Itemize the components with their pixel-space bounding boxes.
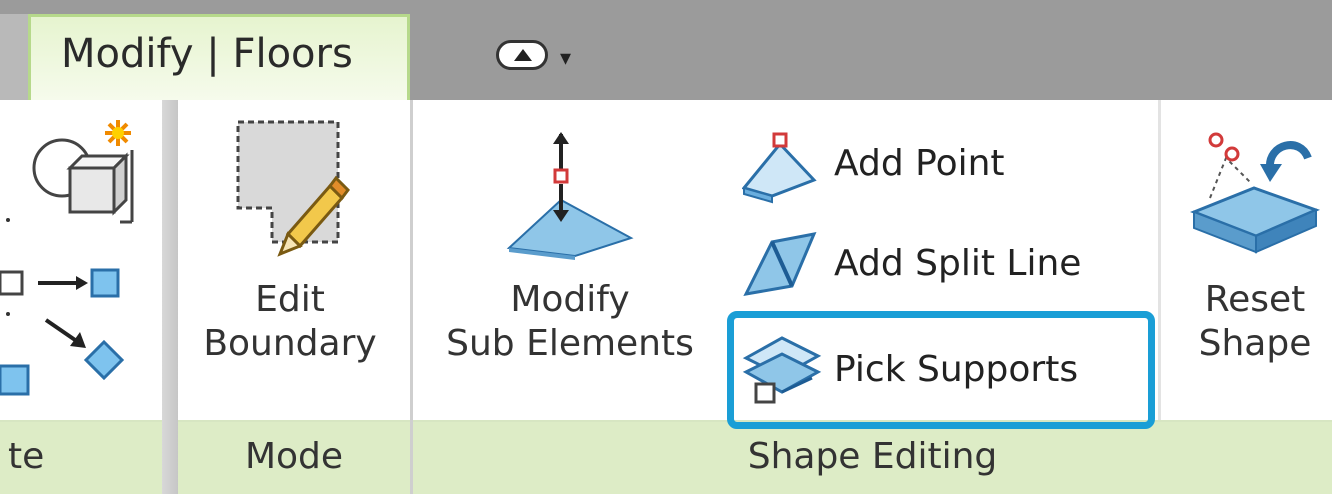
reset-shape-label-line2: Shape xyxy=(1198,323,1312,364)
ribbon-body: te Edit Boundary Mode Modify Sub Element… xyxy=(0,100,1332,494)
minimize-ribbon-icon[interactable] xyxy=(496,40,548,70)
dropdown-arrow-icon[interactable]: ▾ xyxy=(560,46,571,71)
reset-shape-icon[interactable] xyxy=(1190,128,1320,258)
ribbon-tab-bar: Modify | Floors ▾ xyxy=(0,0,1332,100)
edit-boundary-label-line1: Edit xyxy=(255,279,325,320)
panel-separator xyxy=(162,100,178,494)
edit-boundary-label-line2: Boundary xyxy=(203,323,377,364)
modify-sub-elements-label-line1: Modify xyxy=(510,279,630,320)
tab-left-edge xyxy=(0,14,28,100)
partial-panel-icons[interactable] xyxy=(0,110,150,410)
shape-editing-panel-footer: Shape Editing xyxy=(413,420,1332,494)
mode-panel-footer: Mode xyxy=(178,420,410,494)
modify-sub-elements-label-line2: Sub Elements xyxy=(446,323,694,364)
add-split-line-button[interactable]: Add Split Line xyxy=(834,242,1081,286)
edit-boundary-icon[interactable] xyxy=(230,116,360,266)
pick-supports-highlight xyxy=(727,311,1155,429)
reset-shape-label-line1: Reset xyxy=(1204,279,1306,320)
modify-sub-elements-icon[interactable] xyxy=(505,130,635,260)
panel-separator xyxy=(1158,100,1161,420)
add-split-line-icon[interactable] xyxy=(742,228,818,300)
reset-shape-button[interactable]: Reset Shape xyxy=(1160,278,1332,366)
modify-sub-elements-button[interactable]: Modify Sub Elements xyxy=(425,278,715,366)
edit-boundary-button[interactable]: Edit Boundary xyxy=(180,278,400,366)
add-point-button[interactable]: Add Point xyxy=(834,142,1005,186)
add-point-icon[interactable] xyxy=(742,128,818,204)
tab-modify-floors[interactable]: Modify | Floors xyxy=(28,14,410,100)
partial-panel-footer: te xyxy=(0,420,162,494)
